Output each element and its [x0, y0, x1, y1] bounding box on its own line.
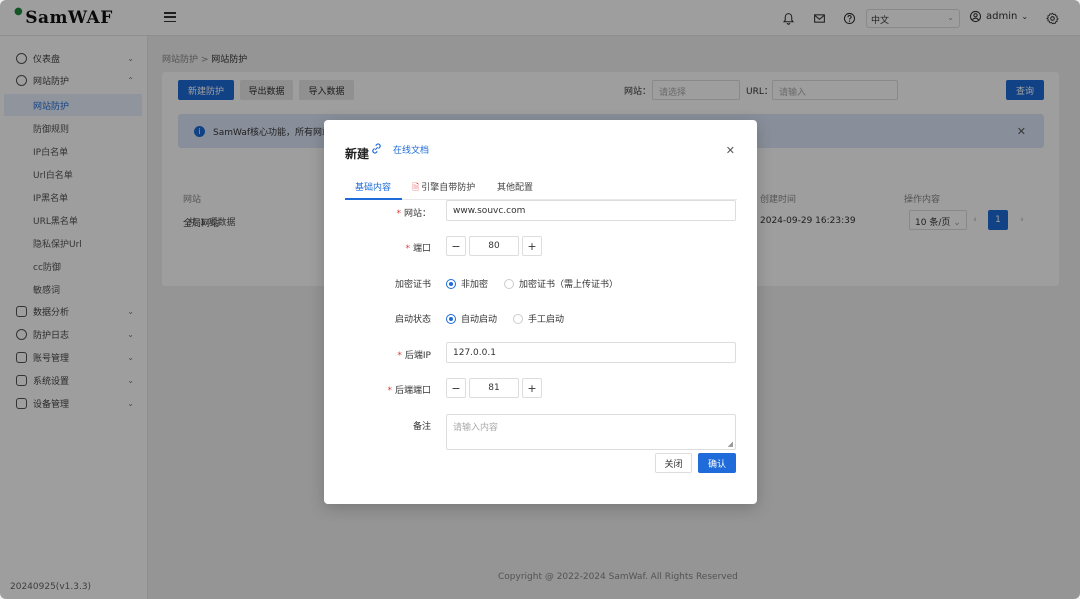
- port-value[interactable]: 80: [469, 236, 519, 256]
- label-text: 网站：: [403, 209, 431, 219]
- radio-dot: [446, 313, 456, 324]
- radio-label: 手工启动: [528, 315, 565, 325]
- remark-label: 备注: [412, 422, 431, 432]
- ssl-radio-group: 非加密 加密证书（需上传证书）: [446, 277, 634, 290]
- close-button[interactable]: 关闭: [655, 453, 692, 473]
- link-icon[interactable]: [370, 142, 383, 158]
- start-option-auto[interactable]: 自动启动: [446, 312, 497, 325]
- remark-textarea[interactable]: 请输入内容 ◢: [446, 414, 736, 450]
- start-option-manual[interactable]: 手工启动: [513, 312, 564, 325]
- site-field[interactable]: www.souvc.com: [446, 200, 736, 221]
- dialog-tabs: 基础内容 🗎 引擎自带防护 其他配置: [345, 176, 737, 200]
- ssl-option-none[interactable]: 非加密: [446, 277, 488, 290]
- radio-label: 加密证书（需上传证书）: [519, 280, 619, 290]
- backend-port-label: * 后端端口: [387, 386, 431, 396]
- backend-port-stepper: − 81 +: [446, 378, 542, 398]
- backend-ip-field[interactable]: 127.0.0.1: [446, 342, 736, 363]
- confirm-button[interactable]: 确认: [698, 453, 736, 473]
- decrement-button[interactable]: −: [446, 236, 466, 256]
- tab-label: 引擎自带防护: [421, 183, 476, 193]
- tab-basic[interactable]: 基础内容: [355, 180, 391, 193]
- resize-grip-icon[interactable]: ◢: [728, 440, 733, 448]
- tab-other-config[interactable]: 其他配置: [497, 180, 533, 193]
- label-text: 端口: [412, 244, 431, 254]
- new-site-dialog: 新建 在线文档 ✕ 基础内容 🗎 引擎自带防护 其他配置 * 网站： www.sou…: [324, 120, 757, 504]
- online-docs-link[interactable]: 在线文档: [393, 143, 429, 156]
- backend-ip-label: * 后端IP: [397, 351, 431, 361]
- increment-button[interactable]: +: [522, 378, 542, 398]
- remark-placeholder: 请输入内容: [453, 423, 499, 433]
- radio-dot: [446, 278, 456, 289]
- port-stepper: − 80 +: [446, 236, 542, 256]
- radio-label: 自动启动: [461, 315, 498, 325]
- site-field-label: * 网站：: [396, 209, 431, 219]
- document-icon: 🗎: [412, 183, 420, 193]
- increment-button[interactable]: +: [522, 236, 542, 256]
- tab-active-indicator: [345, 198, 402, 200]
- label-text: 后端端口: [394, 386, 431, 396]
- start-status-label: 启动状态: [394, 315, 431, 325]
- radio-dot: [504, 278, 515, 289]
- radio-dot: [513, 313, 524, 324]
- port-field-label: * 端口: [405, 244, 431, 254]
- backend-port-value[interactable]: 81: [469, 378, 519, 398]
- dialog-title: 新建: [345, 147, 370, 161]
- start-status-radio-group: 自动启动 手工启动: [446, 312, 580, 325]
- decrement-button[interactable]: −: [446, 378, 466, 398]
- ssl-option-cert[interactable]: 加密证书（需上传证书）: [504, 277, 618, 290]
- app-window: ● SamWAF 中文 ⌄ admin ⌄ 仪表盘 ⌄ 网站防护 ⌃ 网站防护 防御规则…: [0, 0, 1080, 599]
- ssl-field-label: 加密证书: [394, 280, 431, 290]
- close-icon[interactable]: ✕: [726, 144, 735, 157]
- radio-label: 非加密: [461, 280, 489, 290]
- tab-engine-protection[interactable]: 🗎 引擎自带防护: [412, 180, 475, 196]
- label-text: 后端IP: [404, 351, 431, 361]
